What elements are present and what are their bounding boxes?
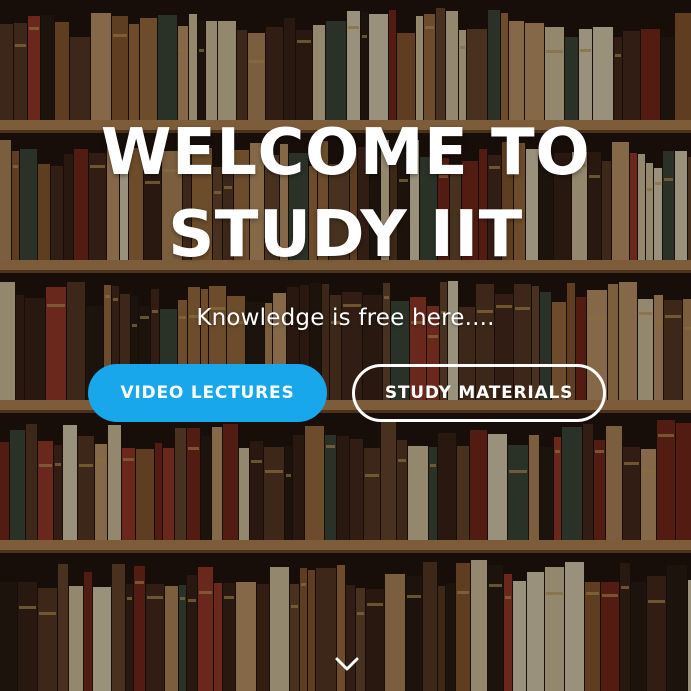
dark-overlay xyxy=(0,0,691,691)
scroll-down-button[interactable] xyxy=(333,654,361,674)
hero-title: WELCOME TO STUDY IIT xyxy=(100,116,591,272)
hero-section: WELCOME TO STUDY IIT Knowledge is free h… xyxy=(0,0,691,691)
video-lectures-button[interactable]: VIDEO LECTURES xyxy=(88,364,327,422)
chevron-down-icon xyxy=(335,657,359,671)
hero-subtitle: Knowledge is free here.... xyxy=(196,305,495,331)
study-materials-button[interactable]: STUDY MATERIALS xyxy=(352,364,606,422)
